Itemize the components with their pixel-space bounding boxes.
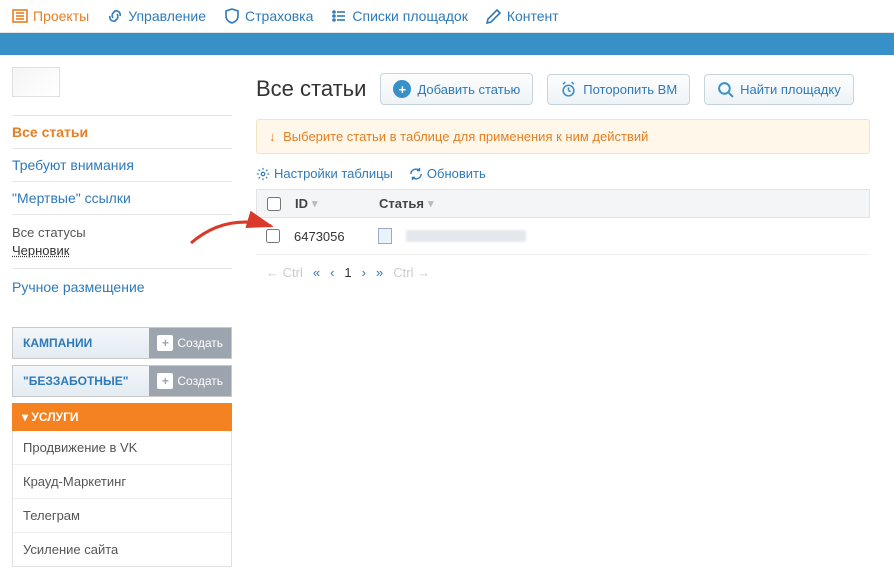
nav-projects[interactable]: Проекты [12, 8, 89, 24]
ctrl-left-hint: ← Ctrl [266, 265, 303, 280]
create-campaign-button[interactable]: + Создать [149, 328, 231, 358]
sidebar-dead-links[interactable]: "Мертвые" ссылки [12, 182, 232, 215]
shield-icon [224, 8, 240, 24]
service-boost[interactable]: Усиление сайта [13, 533, 231, 566]
page-current: 1 [344, 265, 351, 280]
column-article[interactable]: Статья ▾ [379, 196, 433, 211]
sidebar-all-articles[interactable]: Все статьи [12, 116, 232, 149]
status-block: Все статусы Черновик [12, 215, 232, 268]
page-first[interactable]: « [313, 265, 320, 280]
article-title-blurred [406, 230, 526, 242]
notice-bar: ↓ Выберите статьи в таблице для применен… [256, 119, 870, 154]
nav-insurance[interactable]: Страховка [224, 8, 313, 24]
pagination: ← Ctrl « ‹ 1 › » Ctrl → [256, 255, 870, 290]
filter-icon: ▾ [312, 197, 318, 210]
refresh-icon [409, 167, 423, 181]
service-crowd[interactable]: Крауд-Маркетинг [13, 465, 231, 499]
services-list: Продвижение в VK Крауд-Маркетинг Телегра… [12, 431, 232, 567]
hurry-wm-button[interactable]: Поторопить ВМ [547, 74, 690, 105]
table-settings-link[interactable]: Настройки таблицы [256, 166, 393, 181]
nav-management[interactable]: Управление [107, 8, 206, 24]
table-header: ID ▾ Статья ▾ [256, 189, 870, 218]
column-id[interactable]: ID ▾ [295, 196, 365, 211]
accordion-campaigns-label[interactable]: КАМПАНИИ [13, 328, 149, 358]
accordion-carefree: "БЕЗЗАБОТНЫЕ" + Создать [12, 365, 232, 397]
gear-icon [256, 167, 270, 181]
table-row: 6473056 [256, 218, 870, 255]
create-carefree-button[interactable]: + Создать [149, 366, 231, 396]
sidebar-manual-placement[interactable]: Ручное размещение [12, 268, 232, 305]
services-header[interactable]: ▾ УСЛУГИ [12, 403, 232, 431]
sidebar-filters: Все статьи Требуют внимания "Мертвые" сс… [12, 115, 232, 215]
table-tools: Настройки таблицы Обновить [256, 166, 870, 181]
list-icon [12, 8, 28, 24]
accordion-campaigns: КАМПАНИИ + Создать [12, 327, 232, 359]
row-id: 6473056 [294, 229, 364, 244]
main-content: Все статьи + Добавить статью Поторопить … [232, 55, 894, 579]
page-title: Все статьи [256, 76, 366, 102]
find-site-button[interactable]: Найти площадку [704, 74, 854, 105]
blue-bar [0, 33, 894, 55]
pen-icon [486, 8, 502, 24]
service-telegram[interactable]: Телеграм [13, 499, 231, 533]
select-all-checkbox[interactable] [267, 197, 281, 211]
sidebar-need-attention[interactable]: Требуют внимания [12, 149, 232, 182]
page-last[interactable]: » [376, 265, 383, 280]
add-article-button[interactable]: + Добавить статью [380, 73, 533, 105]
status-all: Все статусы [12, 225, 232, 240]
top-nav: Проекты Управление Страховка Списки площ… [0, 0, 894, 33]
accordion-carefree-label[interactable]: "БЕЗЗАБОТНЫЕ" [13, 366, 149, 396]
filter-icon: ▾ [428, 197, 434, 210]
link-icon [107, 8, 123, 24]
accordion: КАМПАНИИ + Создать "БЕЗЗАБОТНЫЕ" + Созда… [12, 327, 232, 397]
page-prev[interactable]: ‹ [330, 265, 334, 280]
row-checkbox[interactable] [266, 229, 280, 243]
nav-content[interactable]: Контент [486, 8, 559, 24]
sidebar: Все статьи Требуют внимания "Мертвые" сс… [0, 55, 232, 579]
alarm-icon [560, 81, 577, 98]
plus-icon: + [157, 373, 173, 389]
plus-icon: + [157, 335, 173, 351]
ctrl-right-hint: Ctrl → [393, 265, 430, 280]
search-icon [717, 81, 734, 98]
checklist-icon [331, 8, 347, 24]
refresh-link[interactable]: Обновить [409, 166, 486, 181]
status-draft[interactable]: Черновик [12, 243, 69, 258]
logo-placeholder [12, 67, 60, 97]
service-vk[interactable]: Продвижение в VK [13, 431, 231, 465]
page-header: Все статьи + Добавить статью Поторопить … [256, 73, 870, 105]
down-arrow-icon: ↓ [269, 129, 276, 144]
document-icon [378, 228, 392, 244]
plus-circle-icon: + [393, 80, 411, 98]
nav-lists[interactable]: Списки площадок [331, 8, 467, 24]
page-next[interactable]: › [362, 265, 366, 280]
